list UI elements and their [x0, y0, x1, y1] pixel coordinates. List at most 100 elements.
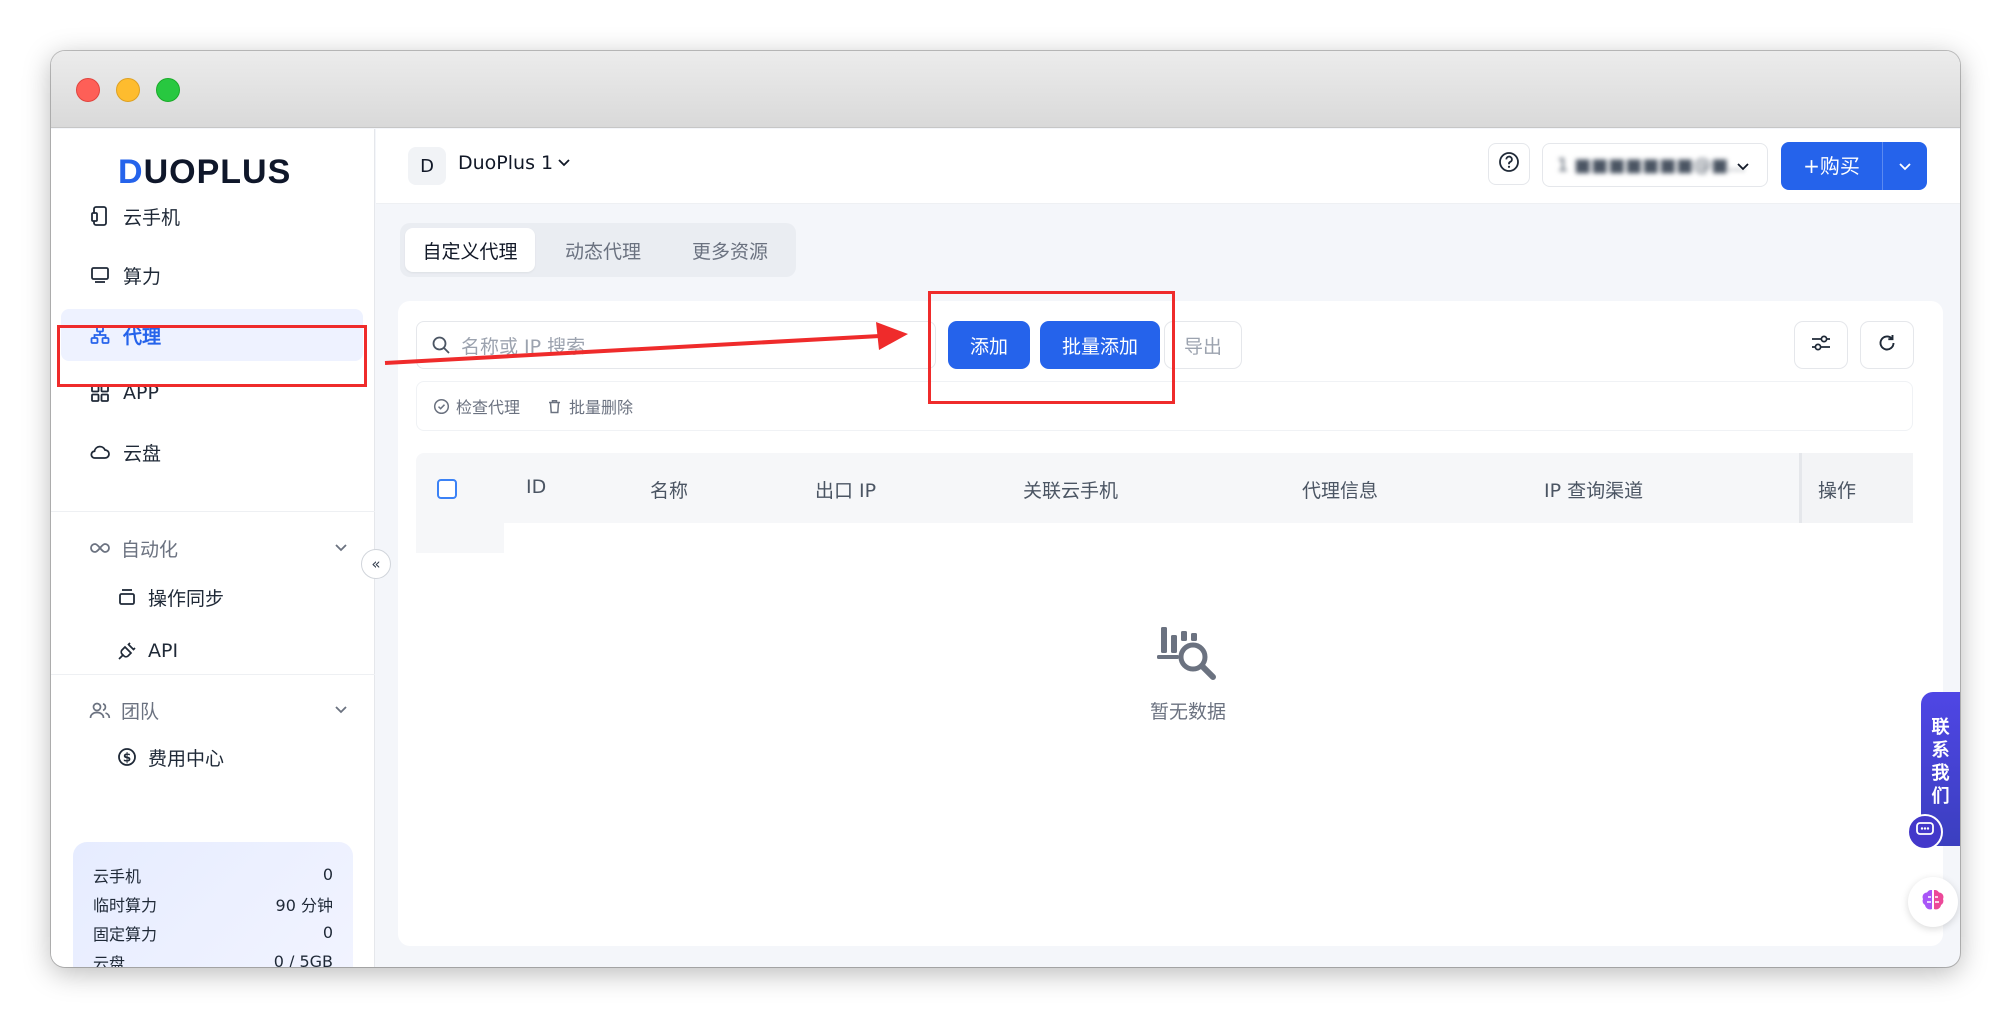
column-header-ip-lookup[interactable]: IP 查询渠道: [1544, 476, 1643, 503]
svg-text:$: $: [123, 751, 131, 765]
layers-icon: [116, 586, 138, 608]
column-header-proxy-info[interactable]: 代理信息: [1302, 476, 1378, 503]
chevron-down-icon: [1735, 158, 1751, 179]
app-window: DUOPLUS 云手机 算力 代理 APP 云盘 自动化 操作同步 API 团队…: [51, 51, 1960, 967]
logo: DUOPLUS: [118, 153, 292, 191]
highlight-box-proxy-nav: [57, 325, 367, 387]
quota-value: 90 分钟: [275, 895, 333, 915]
table-header: ID 名称 出口 IP 关联云手机 代理信息 IP 查询渠道 操作: [416, 453, 1913, 523]
check-circle-icon: [433, 398, 450, 415]
help-button[interactable]: [1488, 143, 1530, 185]
column-header-actions: 操作: [1818, 480, 1857, 502]
chevron-down-icon: [333, 538, 349, 560]
search-placeholder: 名称或 IP 搜索: [461, 335, 586, 358]
quota-panel: 云手机 0 临时算力 90 分钟 固定算力 0 云盘 0 / 5GB: [73, 842, 353, 967]
ai-assistant-button[interactable]: [1908, 877, 1958, 927]
tab-dynamic-proxy[interactable]: 动态代理: [540, 228, 666, 272]
sidebar-group-automation[interactable]: 自动化: [89, 526, 349, 570]
sidebar-item-label: 算力: [123, 265, 162, 288]
check-proxy-label: 检查代理: [456, 398, 521, 417]
sidebar-item-cloud-phone[interactable]: 云手机: [61, 190, 363, 242]
column-header-name[interactable]: 名称: [650, 476, 688, 503]
sidebar-group-team[interactable]: 团队: [89, 688, 349, 732]
minimize-window-button[interactable]: [116, 78, 140, 102]
title-bar: [51, 51, 1960, 128]
quota-value: 0: [322, 923, 333, 942]
empty-state-text: 暂无数据: [1149, 701, 1226, 723]
quota-label: 云盘: [93, 953, 126, 968]
double-chevron-left-icon: «: [371, 555, 381, 573]
quota-row: 云手机 0: [93, 860, 333, 889]
quota-value: 0: [322, 865, 333, 884]
sub-item-label: 费用中心: [148, 747, 225, 770]
quota-label: 固定算力: [93, 924, 158, 944]
empty-state: 暂无数据: [1118, 621, 1258, 724]
sidebar-item-operation-sync[interactable]: 操作同步: [116, 575, 224, 619]
sidebar-item-label: 云手机: [123, 206, 181, 229]
sidebar-divider: [51, 511, 375, 512]
sidebar-item-label: 云盘: [123, 442, 162, 465]
sub-item-label: API: [148, 640, 179, 662]
group-label: 自动化: [121, 538, 179, 561]
sidebar-item-billing[interactable]: $ 费用中心: [116, 735, 224, 779]
no-data-icon: [1153, 627, 1223, 687]
account-selector[interactable]: 1 ■■■■■■■@■...: [1542, 143, 1768, 187]
infinity-icon: [89, 537, 111, 559]
column-header-linked-phone[interactable]: 关联云手机: [1023, 476, 1118, 503]
cloud-phone-icon: [89, 205, 111, 227]
table-placeholder-cell: [416, 523, 504, 553]
workspace-avatar[interactable]: D: [408, 147, 446, 185]
users-icon: [89, 699, 111, 721]
proxy-tabs: 自定义代理 动态代理 更多资源: [400, 223, 796, 277]
sidebar: DUOPLUS 云手机 算力 代理 APP 云盘 自动化 操作同步 API 团队…: [51, 129, 375, 967]
sidebar-item-compute[interactable]: 算力: [61, 249, 363, 301]
check-proxy-button[interactable]: 检查代理: [433, 394, 520, 418]
quota-label: 临时算力: [93, 895, 158, 915]
maximize-window-button[interactable]: [156, 78, 180, 102]
sidebar-item-api[interactable]: API: [116, 629, 178, 673]
highlight-box-add-buttons: [928, 291, 1175, 404]
collapse-sidebar-button[interactable]: «: [361, 549, 391, 579]
workspace-name[interactable]: DuoPlus 1: [458, 152, 553, 174]
refresh-icon: [1876, 332, 1898, 358]
trash-icon: [546, 398, 563, 415]
sliders-icon: [1810, 334, 1832, 356]
top-bar: D DuoPlus 1 1 ■■■■■■■@■... +购买: [376, 129, 1960, 204]
buy-label[interactable]: +购买: [1781, 142, 1883, 190]
chat-button[interactable]: [1907, 814, 1943, 850]
column-header-exit-ip[interactable]: 出口 IP: [815, 476, 876, 503]
sidebar-item-cloud-disk[interactable]: 云盘: [61, 426, 363, 478]
brain-icon: [1919, 887, 1947, 917]
close-window-button[interactable]: [76, 78, 100, 102]
export-button[interactable]: 导出: [1164, 321, 1242, 369]
search-input[interactable]: 名称或 IP 搜索: [416, 321, 936, 369]
sub-item-label: 操作同步: [148, 587, 225, 610]
chat-icon: [1915, 821, 1935, 843]
quota-row: 固定算力 0: [93, 918, 333, 947]
quota-value: 0 / 5GB: [273, 952, 333, 967]
chevron-down-icon: [333, 700, 349, 722]
select-all-checkbox[interactable]: [437, 479, 457, 499]
monitor-icon: [89, 264, 111, 286]
quota-row: 云盘 0 / 5GB: [93, 947, 333, 967]
batch-delete-label: 批量删除: [569, 398, 634, 417]
quota-label: 云手机: [93, 866, 142, 886]
column-header-actions-cell: 操作: [1799, 453, 1913, 523]
cloud-icon: [89, 441, 111, 463]
chevron-down-icon[interactable]: [556, 154, 572, 174]
search-icon: [431, 335, 451, 355]
question-circle-icon: [1498, 151, 1520, 177]
quota-row: 临时算力 90 分钟: [93, 889, 333, 918]
buy-button[interactable]: +购买: [1781, 142, 1927, 190]
dollar-circle-icon: $: [116, 746, 138, 768]
group-label: 团队: [121, 700, 160, 723]
plug-icon: [116, 640, 138, 662]
column-header-id[interactable]: ID: [526, 476, 546, 498]
tab-custom-proxy[interactable]: 自定义代理: [405, 228, 535, 272]
buy-dropdown-chevron-icon[interactable]: [1883, 158, 1927, 174]
batch-delete-button[interactable]: 批量删除: [546, 394, 633, 418]
refresh-button[interactable]: [1860, 321, 1914, 369]
sidebar-divider: [51, 674, 375, 675]
tab-more-resources[interactable]: 更多资源: [668, 228, 792, 272]
filter-settings-button[interactable]: [1794, 321, 1848, 369]
